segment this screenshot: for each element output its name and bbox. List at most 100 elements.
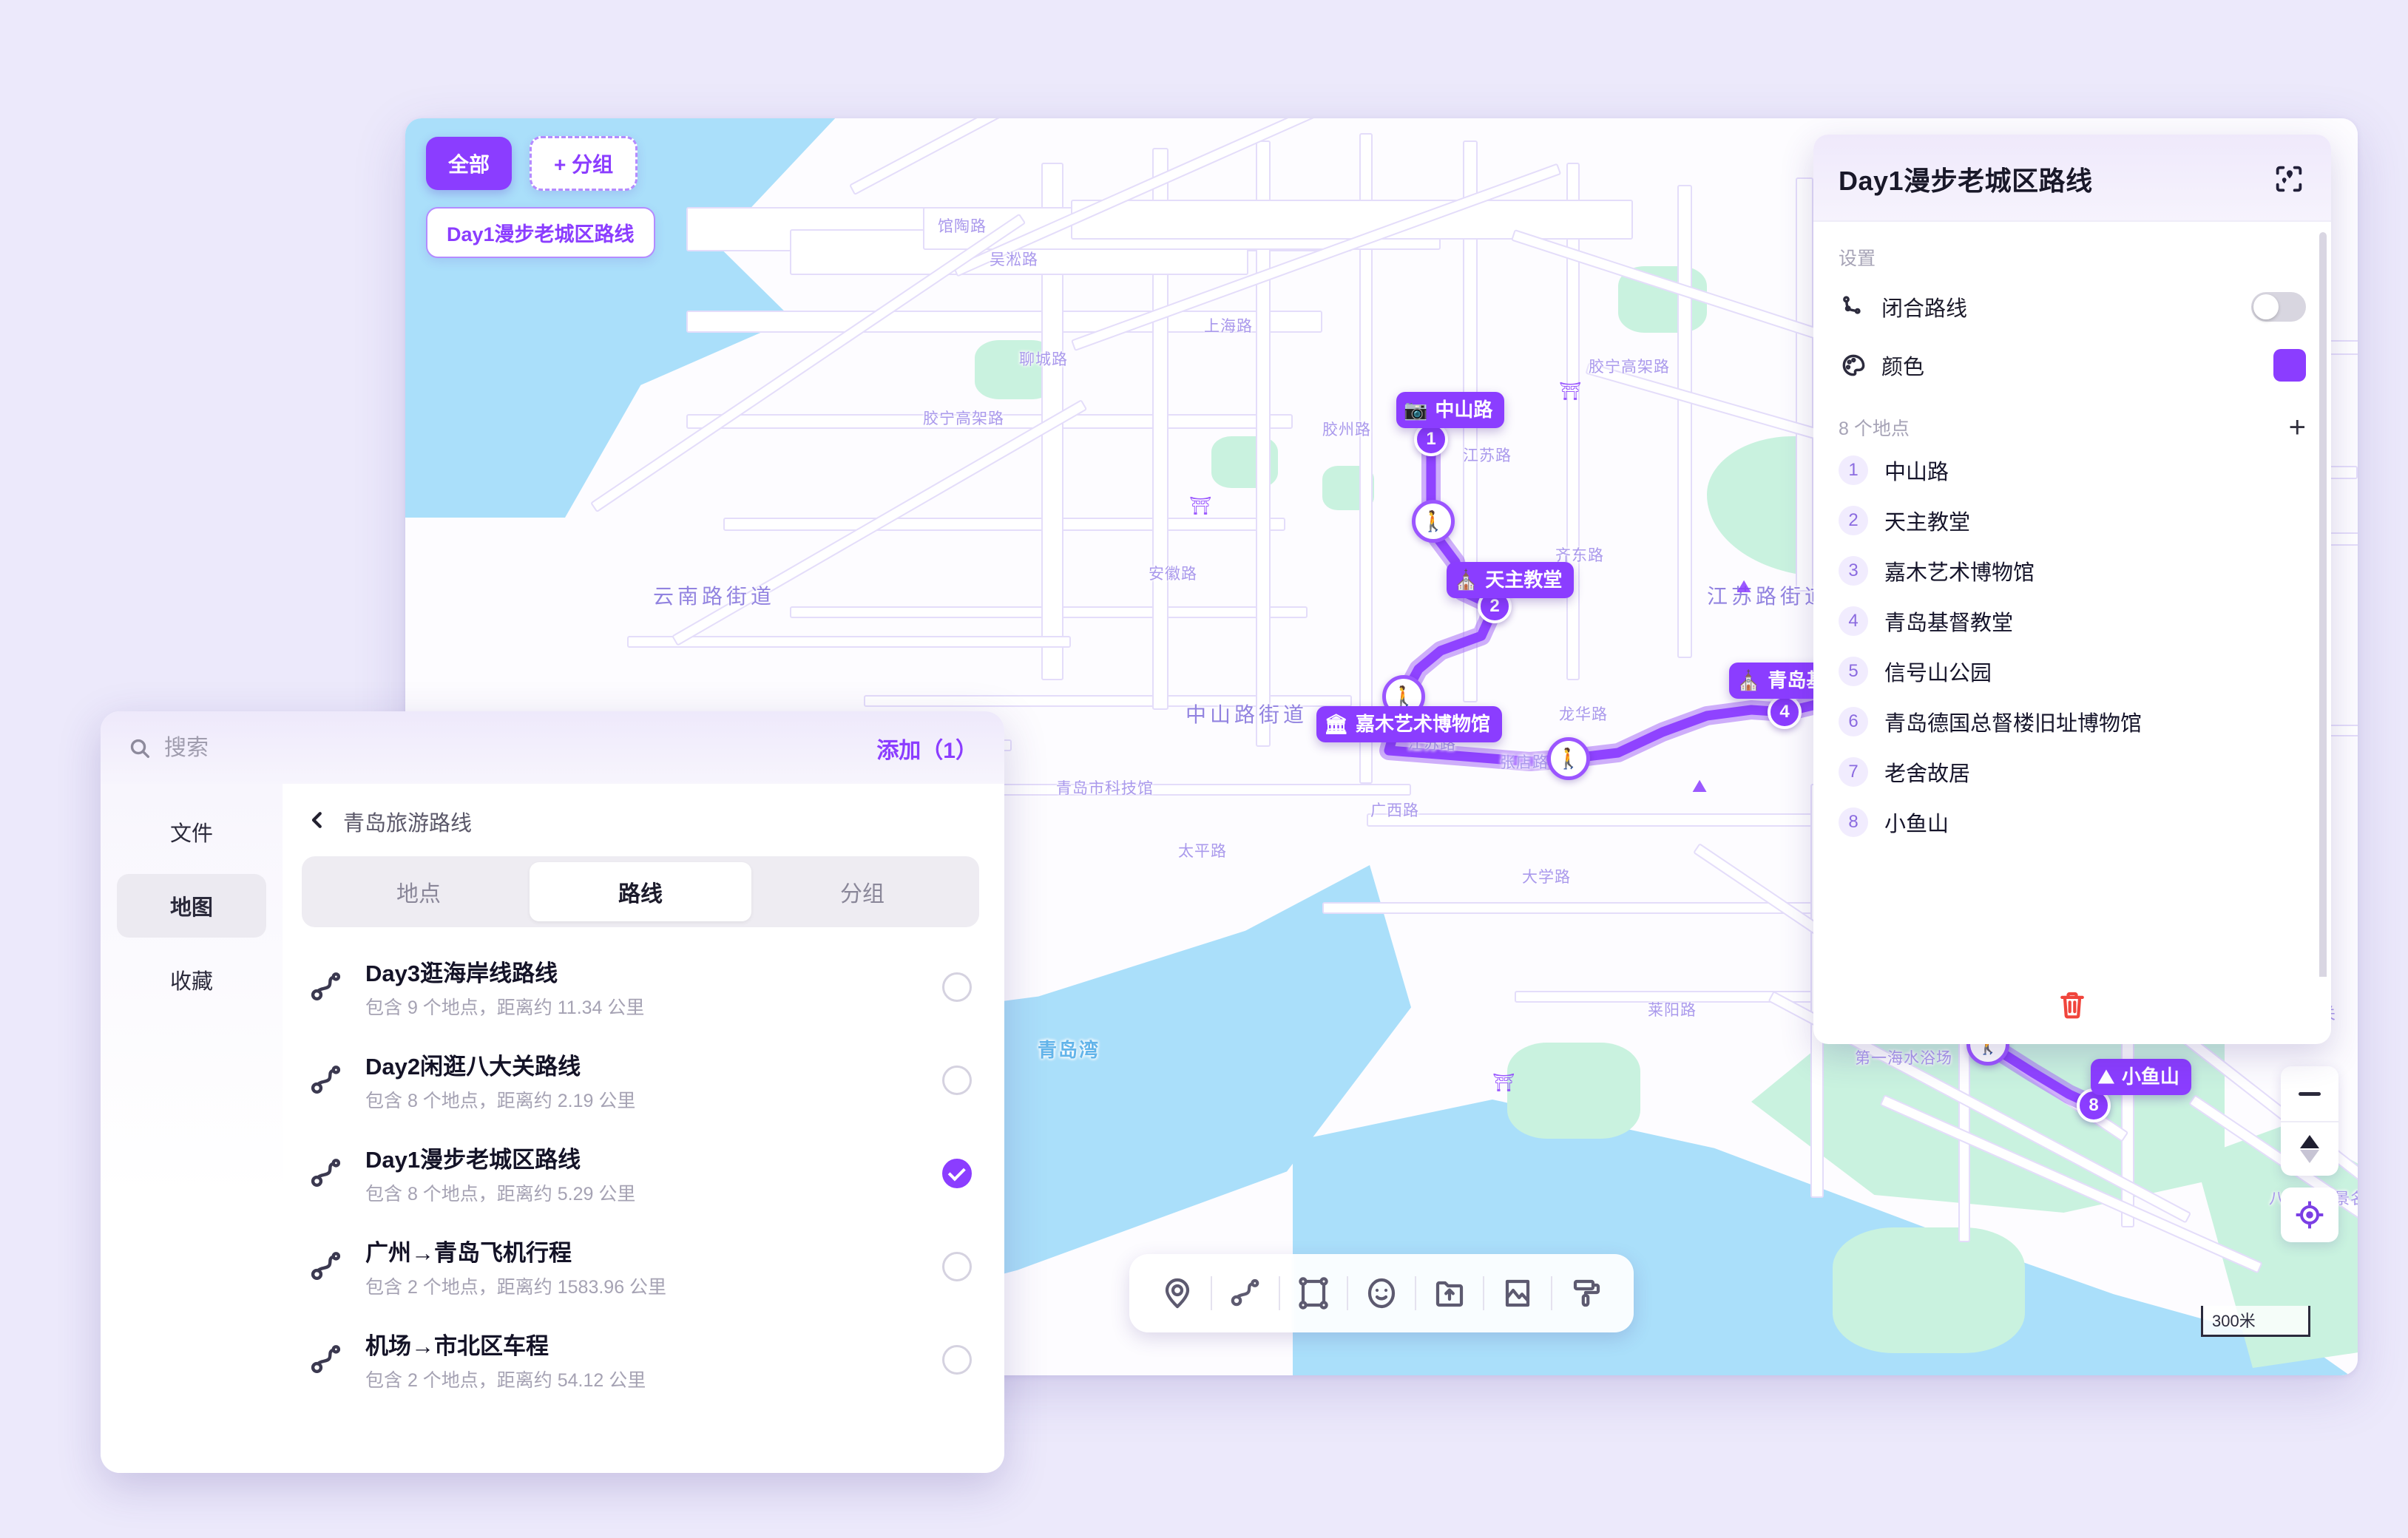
route-select-radio[interactable] bbox=[942, 972, 972, 1002]
route-select-radio[interactable] bbox=[942, 1345, 972, 1375]
place-list-item[interactable]: 8 小鱼山 bbox=[1839, 797, 2306, 847]
place-list-item[interactable]: 2 天主教堂 bbox=[1839, 495, 2306, 546]
color-swatch[interactable] bbox=[2273, 349, 2306, 382]
place-index: 8 bbox=[1839, 807, 1868, 837]
search-container[interactable] bbox=[127, 736, 876, 761]
import-tool[interactable] bbox=[1421, 1264, 1478, 1322]
route-icon bbox=[306, 969, 346, 1006]
color-row[interactable]: 颜色 bbox=[1839, 336, 2306, 395]
add-image-tool[interactable] bbox=[1489, 1264, 1546, 1322]
search-input[interactable] bbox=[164, 736, 475, 761]
add-place-button[interactable]: + bbox=[2289, 413, 2306, 442]
route-meta: 包含 9 个地点，距离约 11.34 公里 bbox=[365, 997, 645, 1018]
route-select-radio[interactable] bbox=[942, 1066, 972, 1095]
route-meta: 包含 2 个地点，距离约 1583.96 公里 bbox=[365, 1277, 667, 1298]
map-label: 馆陶路 bbox=[938, 218, 987, 235]
place-name: 青岛基督教堂 bbox=[1884, 612, 2014, 635]
map-road bbox=[2328, 340, 2358, 355]
place-list-item[interactable]: 5 信号山公园 bbox=[1839, 646, 2306, 697]
route-select-radio[interactable] bbox=[942, 1252, 972, 1281]
route-list: Day3逛海岸线路线 包含 9 个地点，距离约 11.34 公里 Day2闲逛八… bbox=[302, 941, 979, 1406]
add-selection-button[interactable]: 添加（1） bbox=[876, 732, 978, 765]
places-list: 1 中山路 2 天主教堂 3 嘉木艺术博物馆 4 青岛基督教堂 5 信号山公园 … bbox=[1839, 445, 2306, 847]
route-panel-scrollbar[interactable] bbox=[2319, 232, 2327, 977]
add-place-tool[interactable] bbox=[1149, 1264, 1206, 1322]
map-road bbox=[1071, 200, 1633, 240]
map-label: 江苏路街道 bbox=[1707, 585, 1830, 608]
map-poi-chip[interactable]: 📷 中山路 bbox=[1396, 392, 1505, 428]
sidebar-item-2[interactable]: 收藏 bbox=[117, 948, 266, 1012]
color-label: 颜色 bbox=[1881, 356, 1925, 379]
add-route-tool[interactable] bbox=[1217, 1264, 1274, 1322]
place-name: 嘉木艺术博物馆 bbox=[1884, 561, 2035, 585]
place-name: 信号山公园 bbox=[1884, 662, 1992, 685]
route-list-item[interactable]: Day2闲逛八大关路线 包含 8 个地点，距离约 2.19 公里 bbox=[302, 1034, 979, 1127]
map-walk-marker[interactable]: 🚶 bbox=[1547, 737, 1590, 780]
place-list-item[interactable]: 6 青岛德国总督楼旧址博物馆 bbox=[1839, 697, 2306, 747]
locate-button[interactable] bbox=[2281, 1188, 2338, 1242]
settings-section-label: 设置 bbox=[1839, 248, 1876, 269]
tab-1[interactable]: 路线 bbox=[530, 862, 751, 921]
place-name: 老舍故居 bbox=[1884, 762, 1971, 786]
closed-route-row[interactable]: 闭合路线 bbox=[1839, 278, 2306, 336]
map-poi-chip[interactable]: ⛪ 天主教堂 bbox=[1447, 562, 1575, 598]
map-label: 胶宁高架路 bbox=[1589, 359, 1670, 376]
sidebar-item-0[interactable]: 文件 bbox=[117, 800, 266, 864]
filter-all-button[interactable]: 全部 bbox=[426, 137, 513, 190]
sidebar-item-1[interactable]: 地图 bbox=[117, 874, 266, 938]
map-poi-chip[interactable]: 🏛 嘉木艺术博物馆 bbox=[1316, 706, 1503, 742]
route-list-item[interactable]: 机场→市北区车程 包含 2 个地点，距离约 54.12 公里 bbox=[302, 1313, 979, 1406]
route-icon bbox=[306, 1155, 346, 1192]
walking-person-icon: 🚶 bbox=[1421, 510, 1446, 532]
trash-icon bbox=[2060, 992, 2084, 1019]
compass-button[interactable] bbox=[2281, 1121, 2338, 1176]
style-tool[interactable] bbox=[1557, 1264, 1614, 1322]
map-label: 吴淞路 bbox=[990, 251, 1038, 268]
map-label: 太平路 bbox=[1178, 843, 1227, 860]
map-scale-bar: 300米 bbox=[2201, 1306, 2310, 1337]
add-area-tool[interactable] bbox=[1285, 1264, 1342, 1322]
fit-bounds-icon[interactable] bbox=[2272, 162, 2306, 196]
closed-route-toggle[interactable] bbox=[2251, 292, 2306, 322]
map-road bbox=[1677, 185, 1692, 658]
map-walk-marker[interactable]: 🚶 bbox=[1412, 500, 1455, 543]
place-index: 1 bbox=[1839, 455, 1868, 485]
library-tabs: 地点 路线 分组 bbox=[302, 856, 979, 927]
zoom-out-button[interactable] bbox=[2281, 1066, 2338, 1121]
map-label: 胶宁高架路 bbox=[923, 410, 1004, 427]
back-chevron-icon[interactable] bbox=[306, 809, 328, 835]
place-index: 5 bbox=[1839, 657, 1868, 686]
toolbar-separator bbox=[1347, 1276, 1348, 1310]
map-road bbox=[627, 636, 1071, 648]
route-list-item[interactable]: Day3逛海岸线路线 包含 9 个地点，距离约 11.34 公里 bbox=[302, 941, 979, 1034]
map-numbered-marker[interactable]: 4 bbox=[1768, 695, 1802, 729]
route-list-item[interactable]: Day1漫步老城区路线 包含 8 个地点，距离约 5.29 公里 bbox=[302, 1127, 979, 1220]
route-list-item[interactable]: 广州→青岛飞机行程 包含 2 个地点，距离约 1583.96 公里 bbox=[302, 1220, 979, 1313]
tab-2[interactable]: 分组 bbox=[751, 862, 973, 921]
delete-route-button[interactable] bbox=[2056, 989, 2089, 1025]
map-label: 龙华路 bbox=[1559, 706, 1608, 723]
map-label: 上海路 bbox=[1204, 318, 1253, 335]
breadcrumb-label[interactable]: 青岛旅游路线 bbox=[343, 806, 472, 837]
map-label: 云南路街道 bbox=[653, 585, 776, 608]
place-list-item[interactable]: 4 青岛基督教堂 bbox=[1839, 596, 2306, 646]
locate-control-group bbox=[2281, 1188, 2338, 1242]
route-select-radio[interactable] bbox=[942, 1159, 972, 1188]
map-green-10 bbox=[1507, 1043, 1640, 1139]
map-poi-chip[interactable]: ⛰ 小鱼山 bbox=[2091, 1059, 2191, 1095]
map-label: 青岛市科技馆 bbox=[1056, 780, 1154, 797]
map-road bbox=[967, 784, 1411, 796]
place-list-item[interactable]: 7 老舍故居 bbox=[1839, 747, 2306, 797]
add-group-button[interactable]: + 分组 bbox=[530, 136, 638, 191]
route-meta: 包含 8 个地点，距离约 5.29 公里 bbox=[365, 1184, 636, 1205]
route-detail-panel: Day1漫步老城区路线 设置 闭合路线 颜色 8 个地点 + 1 中山路 2 天… bbox=[1813, 135, 2331, 1044]
tab-label: 地点 bbox=[396, 882, 441, 907]
place-list-item[interactable]: 1 中山路 bbox=[1839, 445, 2306, 495]
route-name: 机场→市北区车程 bbox=[365, 1333, 549, 1359]
walking-person-icon: 🚶 bbox=[1556, 748, 1581, 770]
toolbar-separator bbox=[1211, 1276, 1212, 1310]
add-sticker-tool[interactable] bbox=[1353, 1264, 1410, 1322]
tab-0[interactable]: 地点 bbox=[308, 862, 530, 921]
place-list-item[interactable]: 3 嘉木艺术博物馆 bbox=[1839, 546, 2306, 596]
route-filter-chip[interactable]: Day1漫步老城区路线 bbox=[426, 207, 655, 258]
